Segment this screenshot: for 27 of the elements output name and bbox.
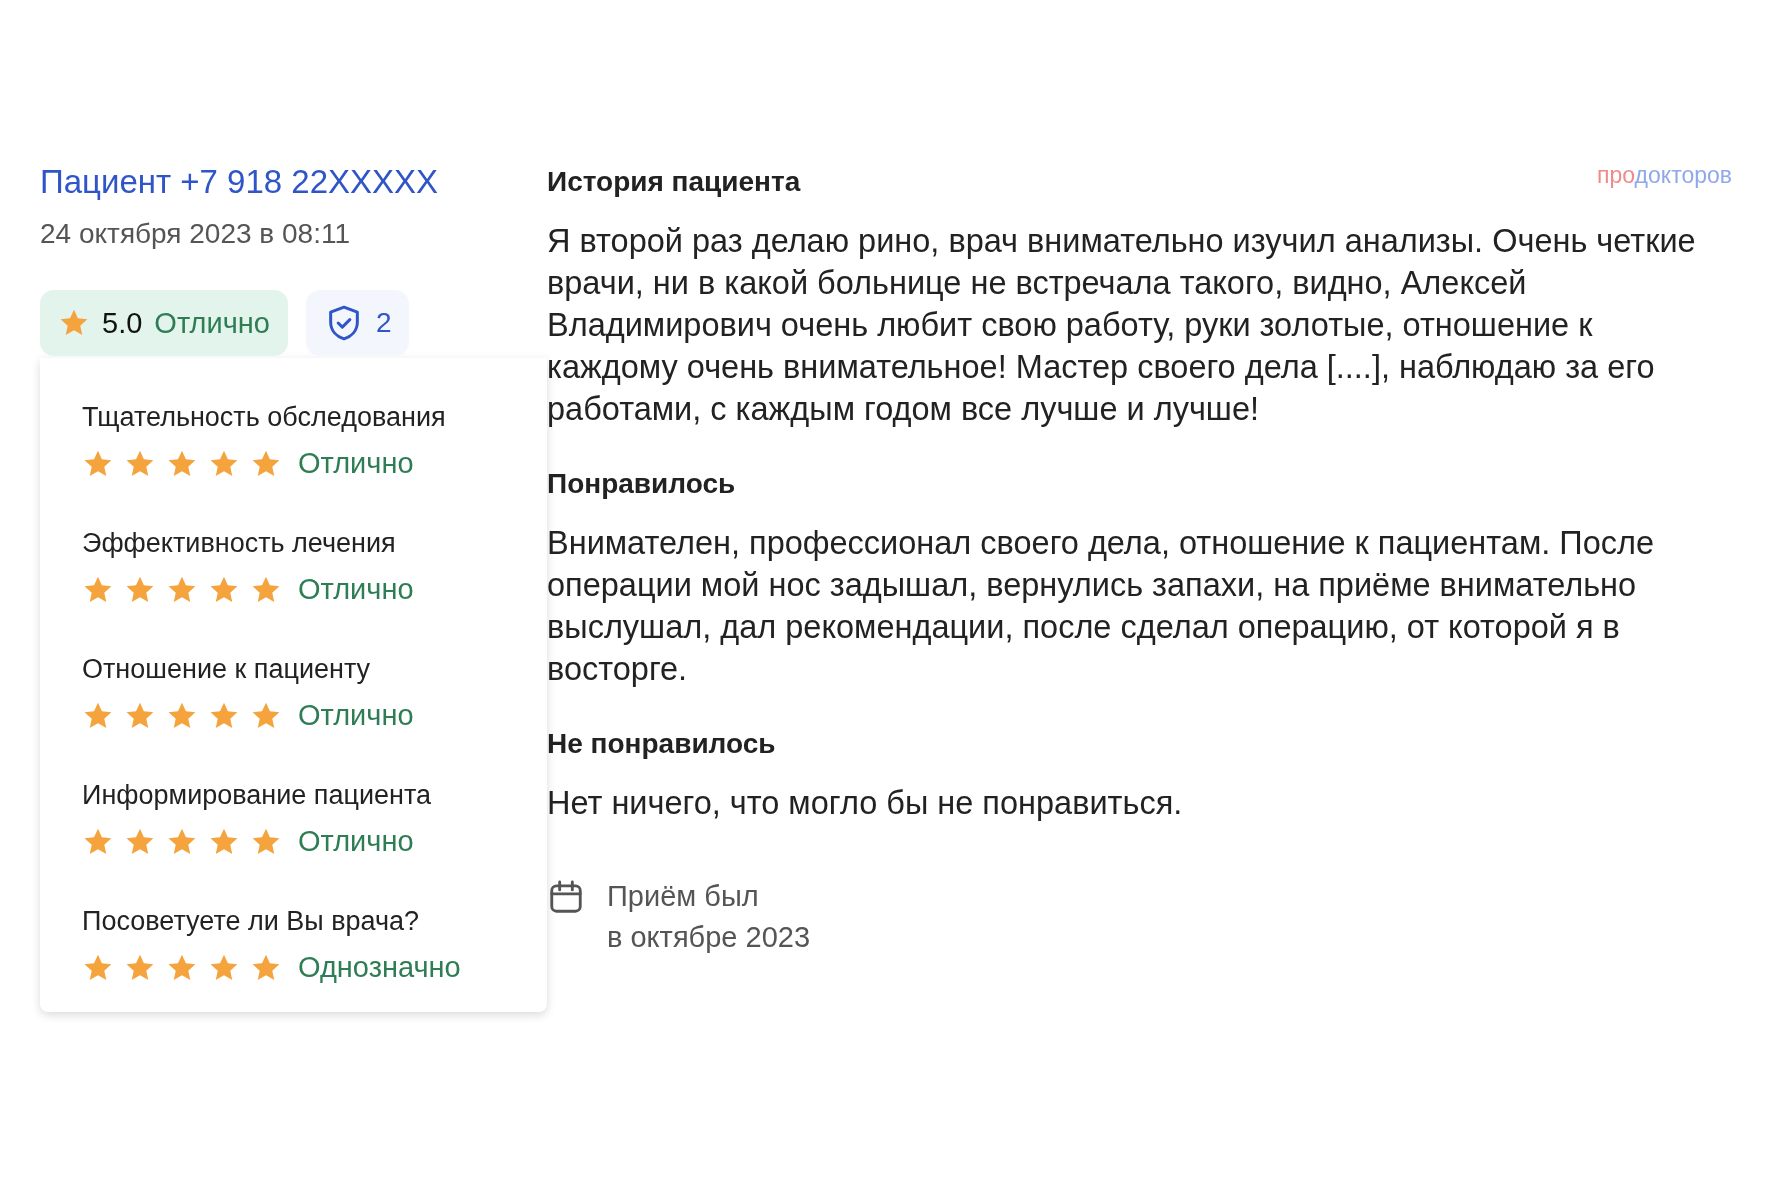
section-text: Я второй раз делаю рино, врач внимательно изучил анализы. Очень четкие врачи, ни в какой больнице не встречала такого, видно, Алексей Владимирович очень любит свою работу, руки золотые, отношение к каждому очень внимательное! Мастер своего дела [....], наблюдаю за его работами, с каждым годом все лучше и лучше! xyxy=(547,222,1697,429)
criterion-verdict: Отлично xyxy=(298,825,414,858)
verified-count: 2 xyxy=(375,307,392,339)
criterion-verdict: Отлично xyxy=(298,447,414,480)
criterion-label: Отношение к пациенту xyxy=(82,654,372,685)
calendar-icon xyxy=(547,878,585,916)
section-text: Нет ничего, что могло бы не понравиться. xyxy=(547,784,1184,823)
rating-verdict: Отлично xyxy=(154,306,270,340)
visit-label: Приём был xyxy=(607,879,760,914)
site-logo: продокторов xyxy=(1597,162,1732,189)
rating-value: 5.0 xyxy=(102,306,143,340)
criterion-label: Тщательность обследования xyxy=(82,402,447,433)
verified-badge[interactable]: 2 xyxy=(305,290,410,356)
review-date: 24 октября 2023 в 08:11 xyxy=(40,218,351,250)
criterion-verdict: Однозначно xyxy=(298,951,461,984)
criterion-label: Эффективность лечения xyxy=(82,528,397,559)
criterion-verdict: Отлично xyxy=(298,573,414,606)
section-heading: Понравилось xyxy=(547,468,736,500)
patient-name[interactable]: Пациент +7 918 22XXXXX xyxy=(40,162,439,202)
criterion-label: Посоветуете ли Вы врача? xyxy=(82,906,421,937)
rating-badge[interactable]: 5.0 Отлично xyxy=(40,290,288,356)
criterion-label: Информирование пациента xyxy=(82,780,432,811)
visit-date: в октябре 2023 xyxy=(607,920,811,955)
section-heading: История пациента xyxy=(547,166,801,198)
section-text: Внимателен, профессионал своего дела, отношение к пациентам. После операции мой нос задышал, вернулись запахи, на приёме внимательно выслушал, дал рекомендации, после сделал операцию, от которой я в восторге. xyxy=(547,524,1655,689)
section-heading: Не понравилось xyxy=(547,728,776,760)
criterion-verdict: Отлично xyxy=(298,699,414,732)
